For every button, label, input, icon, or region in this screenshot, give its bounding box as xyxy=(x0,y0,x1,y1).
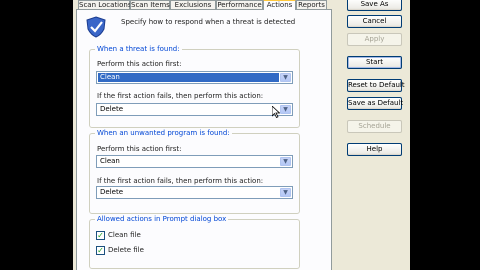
apply-button[interactable]: Apply xyxy=(347,33,402,46)
tab-actions[interactable]: Actions xyxy=(263,0,296,10)
schedule-button[interactable]: Schedule xyxy=(347,120,402,133)
unwanted-first-action-select[interactable]: Clean ▼ xyxy=(96,155,293,168)
unwanted-fail-action-select[interactable]: Delete ▼ xyxy=(96,186,293,199)
chevron-down-icon[interactable]: ▼ xyxy=(280,105,291,114)
mouse-cursor-icon xyxy=(272,106,280,118)
unwanted-first-action-label: Perform this action first: xyxy=(97,145,182,153)
unwanted-group-title: When an unwanted program is found: xyxy=(95,129,232,138)
threat-first-action-select[interactable]: Clean ▼ xyxy=(96,71,293,84)
threat-group-title: When a threat is found: xyxy=(95,45,182,54)
save-as-default-button[interactable]: Save as Default xyxy=(347,97,403,110)
help-button[interactable]: Help xyxy=(347,143,402,156)
unwanted-program-group: When an unwanted program is found: Perfo… xyxy=(89,129,300,214)
clean-file-label[interactable]: Clean file xyxy=(108,231,141,240)
actions-tab-panel: Specify how to respond when a threat is … xyxy=(76,9,332,270)
chevron-down-icon[interactable]: ▼ xyxy=(280,73,291,82)
tab-performance[interactable]: Performance xyxy=(216,0,263,9)
reset-to-default-button[interactable]: Reset to Default xyxy=(347,79,405,92)
header-description: Specify how to respond when a threat is … xyxy=(121,18,296,26)
save-as-button[interactable]: Save As xyxy=(347,0,402,11)
threat-fail-action-label: If the first action fails, then perform … xyxy=(97,92,264,100)
threat-fail-action-value: Delete xyxy=(100,105,123,113)
tab-exclusions[interactable]: Exclusions xyxy=(170,0,216,9)
shield-check-icon xyxy=(86,16,106,38)
delete-file-checkbox[interactable]: ✓ xyxy=(96,246,105,255)
prompt-actions-group: Allowed actions in Prompt dialog box ✓ C… xyxy=(89,215,300,269)
threat-first-action-value: Clean xyxy=(98,73,279,82)
cancel-button[interactable]: Cancel xyxy=(347,15,402,28)
tab-scan-items[interactable]: Scan Items xyxy=(130,0,170,9)
chevron-down-icon[interactable]: ▼ xyxy=(280,188,291,197)
unwanted-first-action-value: Clean xyxy=(100,157,120,165)
delete-file-label[interactable]: Delete file xyxy=(108,246,144,255)
clean-file-checkbox[interactable]: ✓ xyxy=(96,231,105,240)
unwanted-fail-action-label: If the first action fails, then perform … xyxy=(97,177,264,185)
threat-first-action-label: Perform this action first: xyxy=(97,60,182,68)
tab-reports[interactable]: Reports xyxy=(296,0,327,9)
unwanted-fail-action-value: Delete xyxy=(100,188,123,196)
start-button[interactable]: Start xyxy=(347,56,402,69)
threat-fail-action-select[interactable]: Delete ▼ xyxy=(96,103,293,116)
scan-properties-window: Scan Locations Scan Items Exclusions Per… xyxy=(73,0,410,270)
threat-found-group: When a threat is found: Perform this act… xyxy=(89,45,300,128)
chevron-down-icon[interactable]: ▼ xyxy=(280,157,291,166)
prompt-group-title: Allowed actions in Prompt dialog box xyxy=(95,215,229,224)
tab-scan-locations[interactable]: Scan Locations xyxy=(78,0,132,9)
